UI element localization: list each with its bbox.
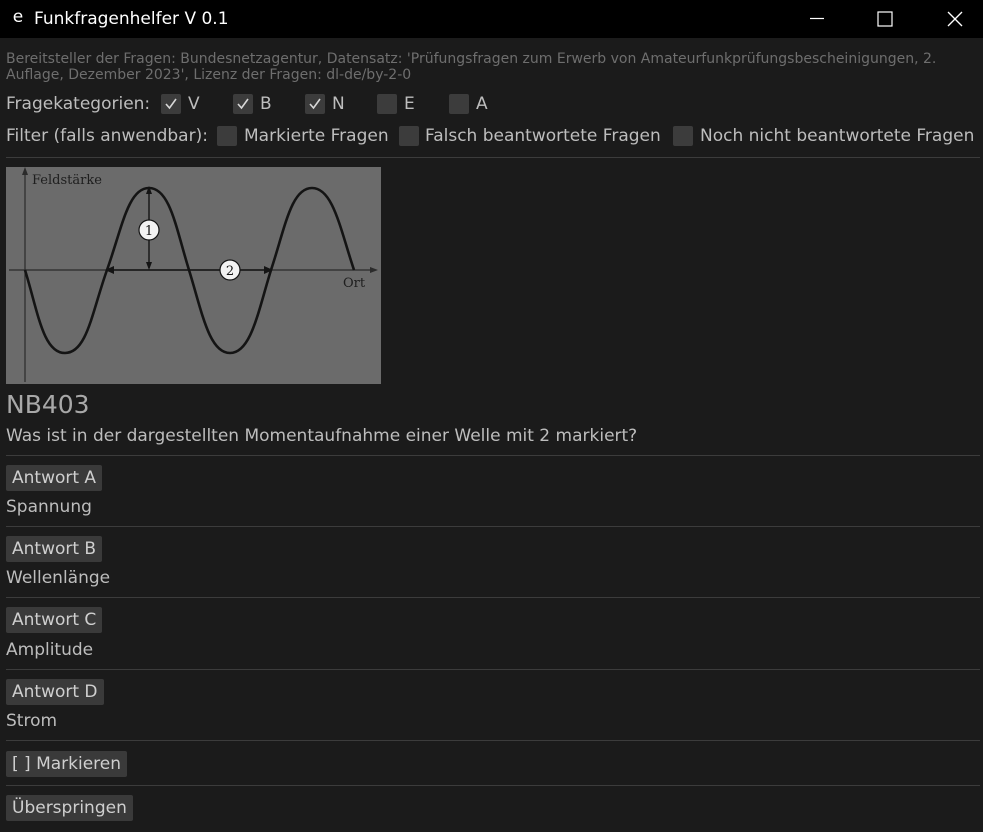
x-axis-label: Ort — [343, 276, 366, 291]
category-b-checkbox[interactable] — [233, 94, 253, 114]
answer-d-text: Strom — [6, 711, 58, 731]
separator — [6, 597, 980, 598]
category-v-label[interactable]: V — [188, 93, 200, 115]
filter-wrong-checkbox[interactable] — [399, 126, 419, 146]
x-axis-arrow — [370, 267, 378, 273]
filter-marked-checkbox[interactable] — [217, 126, 237, 146]
separator — [6, 669, 980, 670]
category-n-checkbox[interactable] — [305, 94, 325, 114]
filter-unanswered-checkbox[interactable] — [673, 126, 693, 146]
maximize-button[interactable] — [862, 0, 908, 38]
answer-c-text: Amplitude — [6, 640, 94, 660]
categories-label: Fragekategorien: — [6, 94, 151, 114]
separator — [6, 157, 980, 158]
answer-b-button[interactable]: Antwort B — [6, 536, 103, 562]
app-icon: e — [12, 7, 24, 27]
checkmark-icon — [237, 98, 249, 110]
window-title: Funkfragenhelfer V 0.1 — [34, 9, 229, 29]
filter-unanswered-label[interactable]: Noch nicht beantwortete Fragen — [700, 125, 974, 147]
category-v-checkbox[interactable] — [161, 94, 181, 114]
question-text: Was ist in der dargestellten Momentaufna… — [6, 426, 638, 446]
categories-row: Fragekategorien: V B N E A — [6, 93, 976, 115]
question-id: NB403 — [6, 390, 90, 419]
category-b-label[interactable]: B — [260, 93, 272, 115]
category-e-label[interactable]: E — [404, 93, 415, 115]
separator — [6, 526, 980, 527]
y-axis-label: Feldstärke — [32, 173, 102, 188]
filter-row: Filter (falls anwendbar): Markierte Frag… — [6, 125, 978, 147]
mark-button[interactable]: [ ] Markieren — [6, 751, 128, 777]
marker-2-label: 2 — [226, 264, 234, 279]
filter-wrong-label[interactable]: Falsch beantwortete Fragen — [425, 125, 661, 147]
category-a-checkbox[interactable] — [449, 94, 469, 114]
skip-button[interactable]: Überspringen — [6, 795, 133, 821]
separator — [6, 785, 980, 786]
filter-label: Filter (falls anwendbar): — [6, 126, 208, 146]
answer-a-text: Spannung — [6, 497, 92, 517]
minimize-button[interactable] — [794, 0, 840, 38]
answer-c-button[interactable]: Antwort C — [6, 607, 103, 633]
close-icon — [947, 11, 963, 27]
close-button[interactable] — [932, 0, 978, 38]
filter-marked-label[interactable]: Markierte Fragen — [244, 125, 389, 147]
category-a-label[interactable]: A — [476, 93, 488, 115]
question-figure: 1 2 Feldstärke Ort — [6, 167, 381, 384]
minimize-icon — [810, 17, 824, 20]
answer-b-text: Wellenlänge — [6, 568, 111, 588]
marker-1-label: 1 — [145, 224, 153, 239]
wave-diagram: 1 2 Feldstärke Ort — [9, 167, 378, 382]
attribution-text: Bereitsteller der Fragen: Bundesnetzagen… — [6, 51, 937, 83]
category-e-checkbox[interactable] — [377, 94, 397, 114]
separator — [6, 455, 980, 456]
checkmark-icon — [165, 98, 177, 110]
title-bar: e Funkfragenhelfer V 0.1 — [0, 0, 983, 38]
y-axis-arrow — [22, 167, 28, 175]
separator — [6, 740, 980, 741]
answer-d-button[interactable]: Antwort D — [6, 679, 104, 705]
answer-a-button[interactable]: Antwort A — [6, 465, 103, 491]
maximize-icon — [877, 11, 893, 27]
checkmark-icon — [309, 98, 321, 110]
category-n-label[interactable]: N — [332, 93, 345, 115]
